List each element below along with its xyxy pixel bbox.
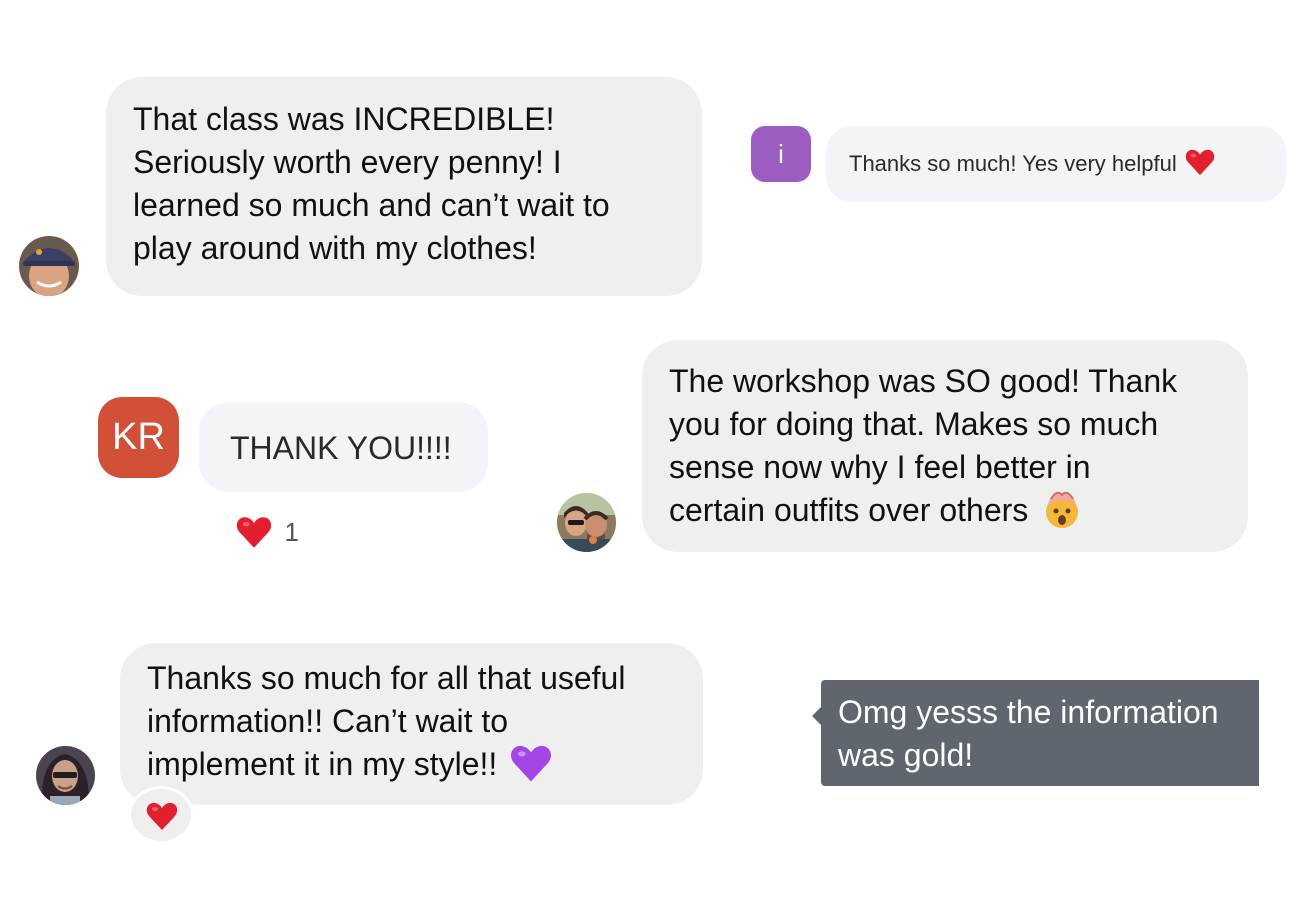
red-heart-icon bbox=[1185, 148, 1215, 176]
message-line: implement it in my style!! bbox=[147, 743, 703, 786]
avatar-initial-i[interactable]: i bbox=[751, 126, 811, 182]
message-line: was gold! bbox=[838, 737, 974, 773]
message-line: That class was INCREDIBLE! bbox=[133, 101, 555, 137]
message-line: Omg yesss the information bbox=[838, 694, 1219, 730]
avatar-initials-kr[interactable]: KR bbox=[98, 397, 179, 478]
message-bubble-4: The workshop was SO good! Thank you for … bbox=[642, 340, 1248, 552]
message-line: information!! Can’t wait to bbox=[147, 703, 509, 739]
message-text: implement it in my style!! bbox=[147, 746, 498, 782]
message-line: The workshop was SO good! Thank bbox=[669, 363, 1178, 399]
message-bubble-1: That class was INCREDIBLE! Seriously wor… bbox=[106, 77, 702, 296]
message-text: Thanks so much! Yes very helpful bbox=[849, 151, 1177, 176]
avatar-couple-photo-icon bbox=[557, 493, 616, 552]
message-bubble-6: Omg yesss the information was gold! bbox=[821, 680, 1259, 786]
message-text: THANK YOU!!!! bbox=[230, 430, 452, 466]
message-line: you for doing that. Makes so much bbox=[669, 406, 1159, 442]
message-bubble-3: THANK YOU!!!! bbox=[199, 402, 488, 492]
message-line: Thanks so much for all that useful bbox=[147, 660, 626, 696]
reaction-row[interactable]: 1 bbox=[236, 515, 299, 555]
message-line: sense now why I feel better in bbox=[669, 449, 1091, 485]
mind-blown-face-icon bbox=[1041, 487, 1083, 529]
message-line: play around with my clothes! bbox=[133, 230, 537, 266]
reaction-badge[interactable] bbox=[128, 786, 194, 844]
avatar-photo-icon bbox=[36, 746, 95, 805]
message-line: learned so much and can’t wait to bbox=[133, 187, 610, 223]
purple-heart-icon bbox=[510, 743, 552, 783]
avatar-initials-text: KR bbox=[112, 416, 165, 458]
message-line: certain outfits over others bbox=[669, 489, 1248, 532]
avatar-photo-icon bbox=[19, 236, 79, 296]
message-bubble-2: Thanks so much! Yes very helpful bbox=[826, 126, 1286, 202]
avatar-woman-dark-hair[interactable] bbox=[36, 746, 95, 805]
avatar-woman-cap[interactable] bbox=[19, 236, 79, 296]
red-heart-icon bbox=[146, 801, 178, 831]
message-text: certain outfits over others bbox=[669, 492, 1029, 528]
message-bubble-5: Thanks so much for all that useful infor… bbox=[120, 643, 703, 805]
red-heart-icon bbox=[236, 515, 272, 549]
message-line: Seriously worth every penny! I bbox=[133, 144, 562, 180]
avatar-couple[interactable] bbox=[557, 493, 616, 552]
reaction-count: 1 bbox=[284, 516, 299, 547]
avatar-initial-text: i bbox=[778, 139, 784, 169]
